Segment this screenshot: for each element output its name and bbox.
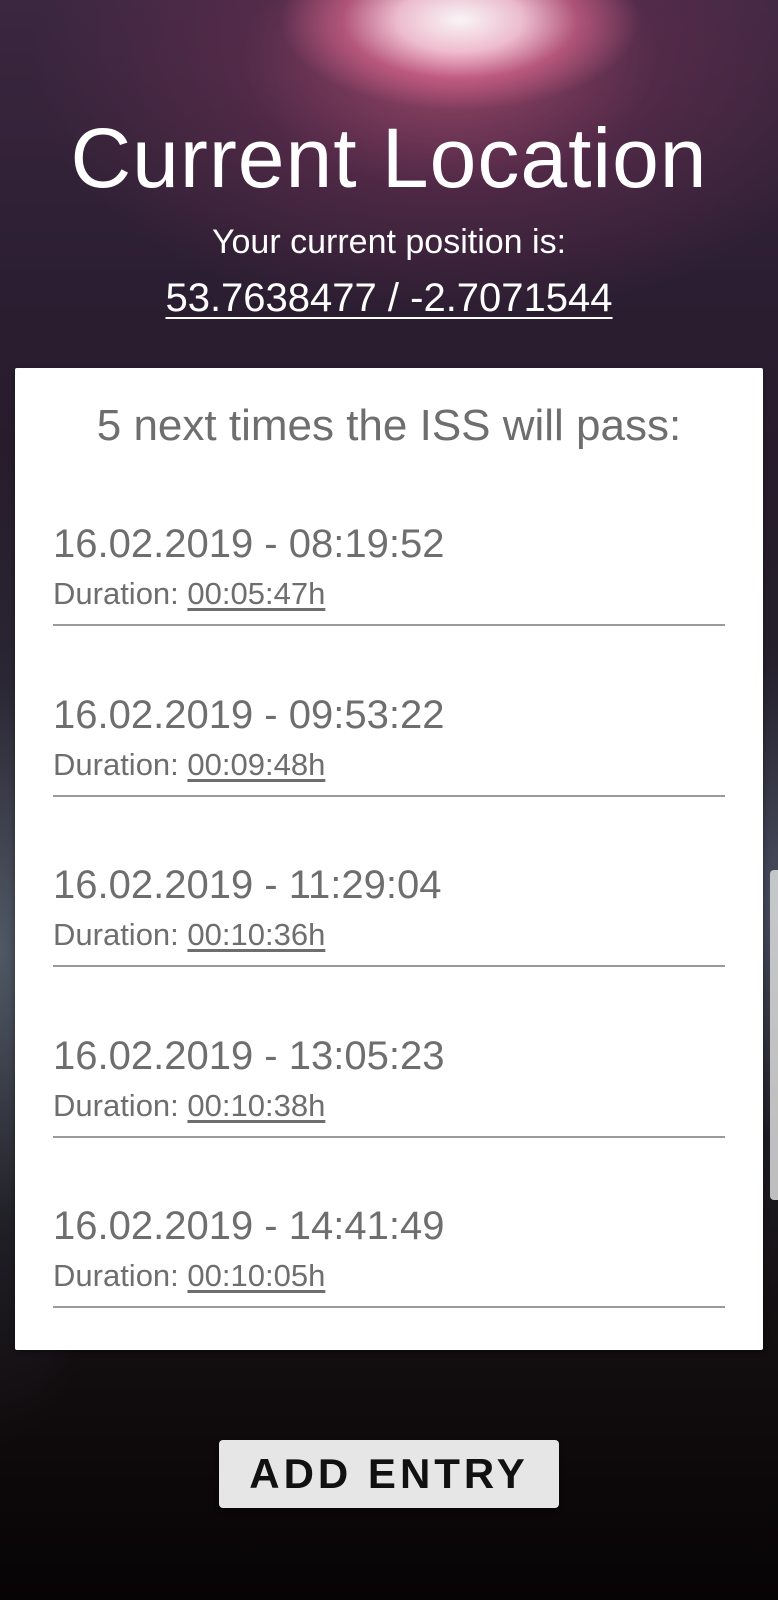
divider [53, 624, 725, 626]
divider [53, 794, 725, 797]
divider [53, 1135, 725, 1138]
pass-duration: Duration: 00:10:38h [53, 1086, 325, 1126]
position-label: Your current position is: [211, 223, 567, 261]
pass-list-item: 16.02.2019 - 13:05:23 Duration: 00:10:38… [53, 1032, 725, 1203]
pass-duration: Duration: 00:05:47h [53, 574, 325, 614]
pass-list-item: 16.02.2019 - 14:41:49 Duration: 00:10:05… [53, 1202, 725, 1373]
add-entry-button[interactable]: ADD ENTRY [219, 1440, 559, 1508]
pass-datetime: 16.02.2019 - 11:29:04 [53, 863, 442, 907]
duration-value-link[interactable]: 00:10:38h [187, 1088, 325, 1123]
pass-list-item: 16.02.2019 - 09:53:22 Duration: 00:09:48… [53, 691, 725, 862]
pass-list: 16.02.2019 - 08:19:52 Duration: 00:05:47… [53, 520, 725, 1373]
pass-list-item: 16.02.2019 - 08:19:52 Duration: 00:05:47… [53, 520, 725, 691]
iss-passes-card: 5 next times the ISS will pass: 16.02.20… [15, 368, 763, 1350]
pass-list-item: 16.02.2019 - 11:29:04 Duration: 00:10:36… [53, 861, 725, 1032]
scrollbar[interactable] [770, 870, 778, 1200]
duration-value-link[interactable]: 00:05:47h [187, 576, 325, 611]
pass-datetime: 16.02.2019 - 13:05:23 [53, 1033, 445, 1078]
duration-value-link[interactable]: 00:10:05h [187, 1258, 325, 1293]
divider [53, 965, 725, 967]
duration-label: Duration: [53, 917, 179, 952]
duration-label: Duration: [53, 1087, 179, 1123]
duration-value-link[interactable]: 00:10:36h [187, 917, 325, 952]
pass-datetime: 16.02.2019 - 09:53:22 [53, 692, 445, 737]
pass-duration: Duration: 00:10:36h [53, 915, 325, 955]
duration-value-link[interactable]: 00:09:48h [187, 747, 325, 782]
divider [53, 1306, 725, 1308]
duration-label: Duration: [53, 576, 179, 611]
passes-heading: 5 next times the ISS will pass: [96, 401, 682, 450]
duration-label: Duration: [53, 746, 179, 782]
pass-duration: Duration: 00:09:48h [53, 745, 325, 785]
coordinates-link[interactable]: 53.7638477 / -2.7071544 [0, 272, 778, 324]
pass-datetime: 16.02.2019 - 14:41:49 [53, 1204, 445, 1248]
pass-datetime: 16.02.2019 - 08:19:52 [53, 522, 445, 566]
page-title: Current Location [70, 111, 708, 205]
duration-label: Duration: [53, 1258, 179, 1293]
pass-duration: Duration: 00:10:05h [53, 1256, 325, 1296]
